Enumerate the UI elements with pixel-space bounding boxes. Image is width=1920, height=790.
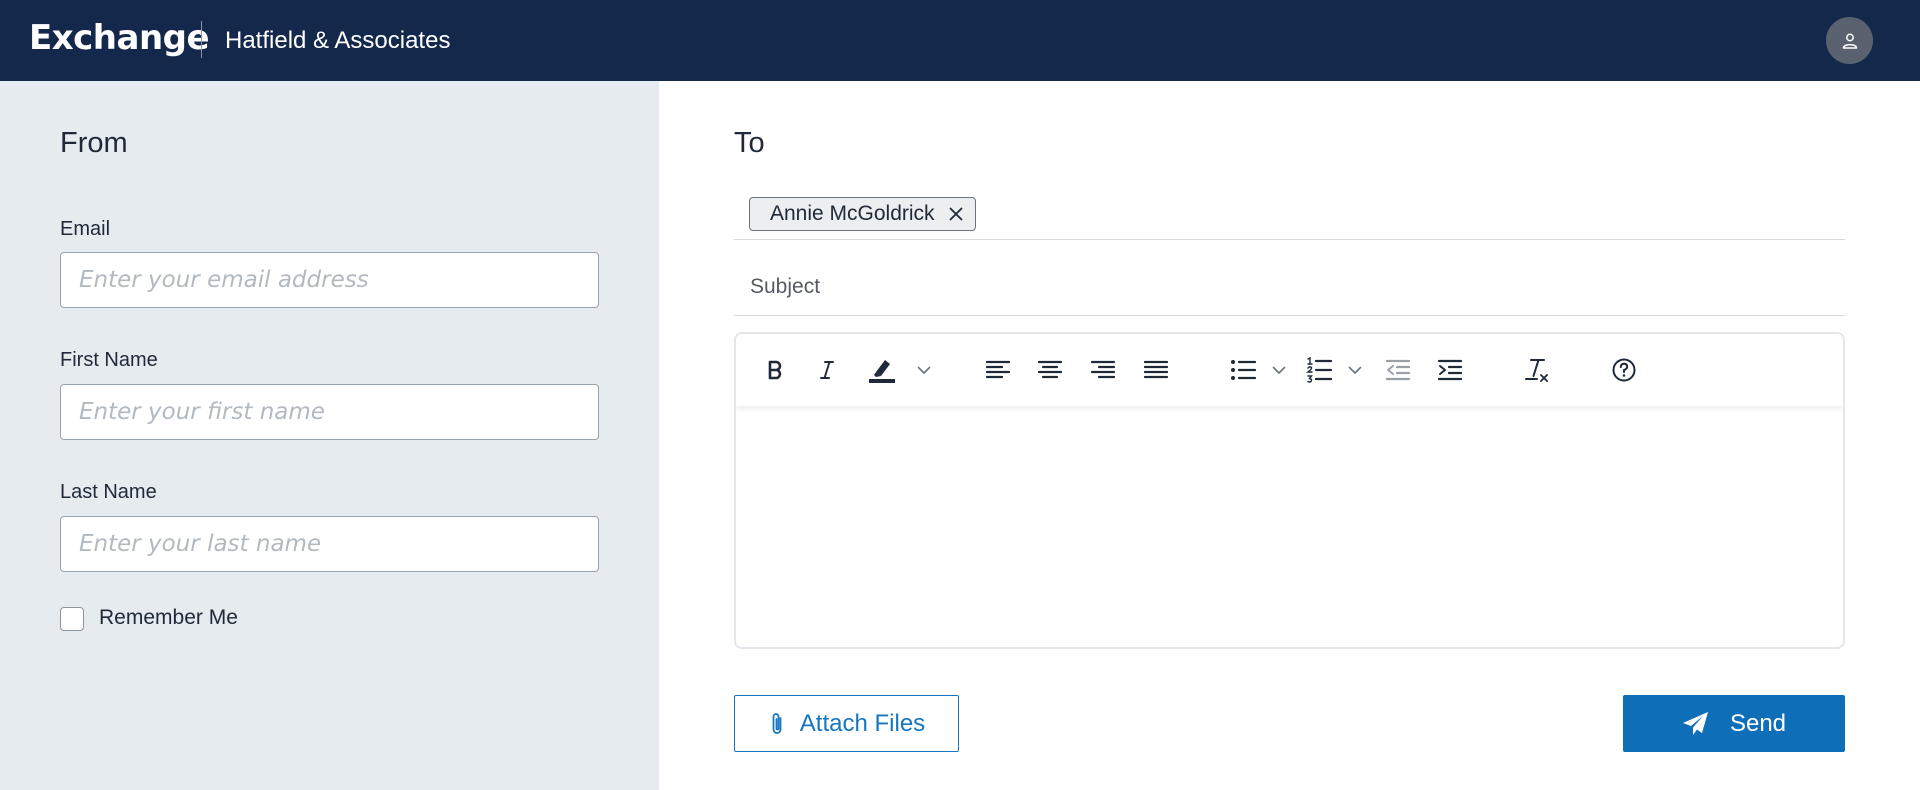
help-button[interactable] [1608,354,1640,386]
bold-icon [768,360,782,380]
editor-toolbar [736,334,1843,406]
numbered-list-options-caret[interactable] [1345,360,1365,380]
bold-button[interactable] [759,354,791,386]
brand-divider [201,21,202,58]
first-name-input[interactable] [60,384,599,440]
align-right-icon [1090,360,1116,379]
outdent-button[interactable] [1382,354,1414,386]
align-left-icon [985,360,1011,379]
align-justify-icon [1143,360,1169,379]
remember-me-checkbox[interactable] [60,607,84,631]
highlight-icon [869,360,895,383]
paperclip-icon [772,712,782,734]
user-icon [1842,33,1857,49]
outdent-icon [1385,359,1411,381]
send-label: Send [1729,709,1787,737]
from-title: From [60,127,128,159]
bulleted-list-icon [1231,360,1257,380]
help-icon [1612,358,1636,382]
numbered-list-button[interactable] [1303,354,1335,386]
recipient-chip: Annie McGoldrick [749,197,976,231]
chevron-down-icon [917,366,931,374]
bulleted-list-button[interactable] [1227,354,1259,386]
attach-files-button[interactable]: Attach Files [734,695,959,752]
app-brand: Exchange [29,18,210,58]
last-name-label: Last Name [60,481,157,503]
message-editor [734,332,1845,649]
subject-input[interactable] [734,258,1845,316]
last-name-input[interactable] [60,516,599,572]
first-name-label: First Name [60,349,158,371]
clear-formatting-icon [1525,359,1548,382]
chevron-down-icon [1348,366,1362,374]
highlight-button[interactable] [866,354,898,386]
indent-icon [1437,359,1463,381]
chevron-down-icon [1272,366,1286,374]
top-bar: Exchange Hatfield & Associates [0,0,1920,81]
italic-icon [820,361,834,379]
clear-formatting-button[interactable] [1521,354,1553,386]
email-label: Email [60,218,111,240]
italic-button[interactable] [811,354,843,386]
recipients-divider [734,239,1845,240]
email-input[interactable] [60,252,599,308]
indent-button[interactable] [1434,354,1466,386]
organization-name: Hatfield & Associates [225,27,451,54]
numbered-list-icon [1305,356,1333,383]
align-justify-button[interactable] [1140,354,1172,386]
send-button[interactable]: Send [1623,695,1845,752]
align-center-icon [1037,360,1063,379]
align-right-button[interactable] [1087,354,1119,386]
paper-plane-icon [1682,711,1708,735]
recipient-name: Annie McGoldrick [770,202,935,225]
remember-me-label: Remember Me [99,606,238,629]
from-panel: From Email First Name Last Name Remember… [0,81,659,790]
align-left-button[interactable] [982,354,1014,386]
attach-files-label: Attach Files [799,709,926,737]
highlight-options-caret[interactable] [914,360,934,380]
message-body[interactable] [736,406,1843,647]
remove-recipient-button[interactable] [947,205,965,223]
subject-divider [734,315,1845,316]
bulleted-list-options-caret[interactable] [1269,360,1289,380]
user-avatar-button[interactable] [1826,17,1873,64]
to-title: To [734,127,765,159]
close-icon [949,207,962,221]
align-center-button[interactable] [1034,354,1066,386]
